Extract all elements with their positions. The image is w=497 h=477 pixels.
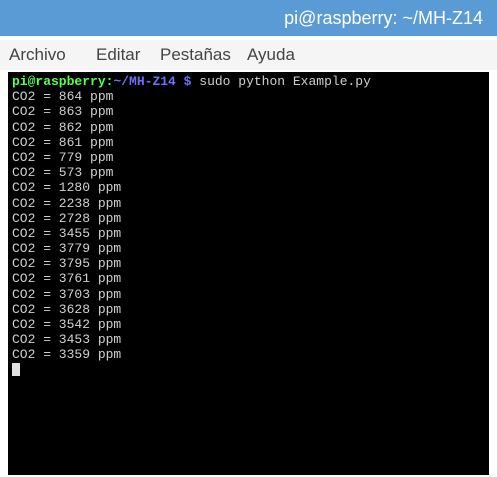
output-line: CO2 = 862 ppm [12,119,114,135]
menu-archivo[interactable]: Archivo [9,45,66,65]
terminal-window: pi@raspberry: ~/MH-Z14 Archivo Editar Pe… [0,0,497,477]
output-line: CO2 = 2728 ppm [12,210,122,226]
output-line: CO2 = 3542 ppm [12,317,122,332]
output-line: CO2 = 864 ppm [12,89,114,105]
menu-pestanas[interactable]: Pestañas [160,45,231,65]
output-line: CO2 = 863 ppm [12,104,114,120]
window-title: pi@raspberry: ~/MH-Z14 [284,8,483,28]
prompt-user-host: pi@raspberry [12,74,106,89]
prompt-path: ~/MH-Z14 [113,74,176,89]
output-line: CO2 = 3761 ppm [12,271,122,287]
cursor-line [12,362,371,378]
output-line: CO2 = 3779 ppm [12,241,122,257]
output-line: CO2 = 1280 ppm [12,180,122,196]
output-line: CO2 = 2238 ppm [12,195,122,211]
terminal-output[interactable]: pi@raspberry:~/MH-Z14 $ sudo python Exam… [8,72,489,475]
command-text: sudo python Example.py [191,74,371,89]
output-line: CO2 = 861 ppm [12,134,114,150]
output-line: CO2 = 3359 ppm [12,347,122,363]
output-line: CO2 = 779 ppm [12,149,114,165]
menu-bar: Archivo Editar Pestañas Ayuda [0,40,497,70]
menu-editar[interactable]: Editar [96,45,140,65]
menu-ayuda[interactable]: Ayuda [247,45,295,65]
output-line: CO2 = 3455 ppm [12,225,122,241]
title-bar[interactable]: pi@raspberry: ~/MH-Z14 [0,0,497,36]
output-line: CO2 = 3628 ppm [12,301,122,317]
output-line: CO2 = 3453 ppm [12,332,122,348]
output-line: CO2 = 3795 ppm [12,256,122,272]
prompt-symbol: $ [175,74,192,89]
output-line: CO2 = 573 ppm [12,165,114,181]
prompt-line: pi@raspberry:~/MH-Z14 $ sudo python Exam… [12,74,371,89]
terminal-content: pi@raspberry:~/MH-Z14 $ sudo python Exam… [12,74,371,378]
output-line: CO2 = 3703 ppm [12,286,122,302]
text-cursor [12,362,20,376]
